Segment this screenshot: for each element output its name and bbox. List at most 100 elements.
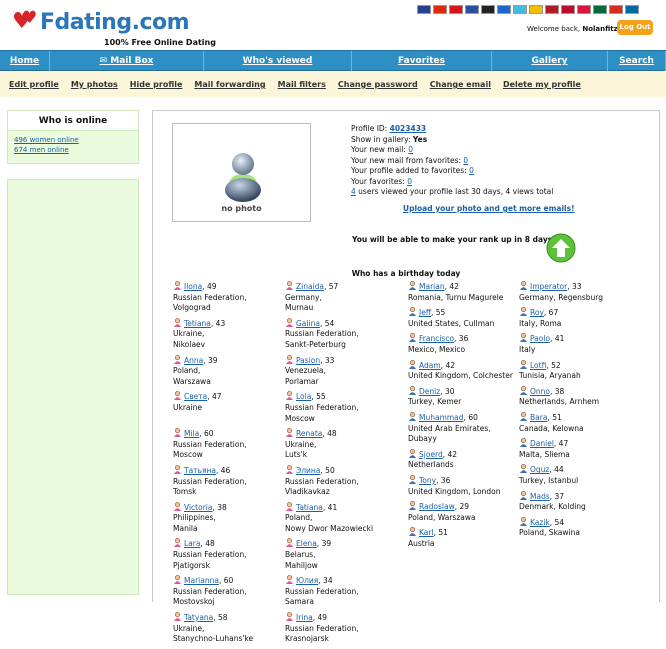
birthday-item: Radoslaw, 29 Poland, Warszawa xyxy=(408,501,520,523)
member-name-link[interactable]: Irina xyxy=(296,613,313,622)
male-user-icon xyxy=(408,527,417,537)
member-name-link[interactable]: Jeff xyxy=(419,308,431,317)
subnav-change-email[interactable]: Change email xyxy=(430,80,491,89)
member-location: Italy xyxy=(519,344,536,354)
member-name-link[interactable]: Victoria xyxy=(184,503,212,512)
nav-mail-box[interactable]: ✉ Mail Box xyxy=(50,51,204,71)
member-name-link[interactable]: Tetiana xyxy=(184,319,211,328)
member-name-link[interactable]: Galina xyxy=(296,319,320,328)
flag-norway-icon[interactable] xyxy=(561,5,575,14)
member-name-link[interactable]: Kazik xyxy=(530,518,550,527)
member-name-link[interactable]: Sjoerd xyxy=(419,450,443,459)
flag-china-icon[interactable] xyxy=(433,5,447,14)
flag-czech-icon[interactable] xyxy=(449,5,463,14)
logout-button[interactable]: Log Out xyxy=(617,20,653,35)
nav-label: Who's viewed xyxy=(242,56,313,66)
nav-gallery[interactable]: Gallery xyxy=(492,51,608,71)
rank-up-arrow-icon[interactable] xyxy=(546,233,576,263)
header: ♥ ♥ Fdating.com 100% Free Online Dating W… xyxy=(0,0,666,50)
flag-france-icon[interactable] xyxy=(465,5,479,14)
member-name-link[interactable]: Deniz xyxy=(419,387,440,396)
flag-ukraine-icon[interactable] xyxy=(497,5,511,14)
site-logo[interactable]: ♥ ♥ Fdating.com xyxy=(12,6,190,38)
subnav-change-password[interactable]: Change password xyxy=(338,80,418,89)
flag-germany-icon[interactable] xyxy=(481,5,495,14)
birthday-item: Sjoerd, 42 Netherlands xyxy=(408,448,520,471)
member-name-link[interactable]: Света xyxy=(184,392,207,401)
member-name-link[interactable]: Anna xyxy=(184,356,203,365)
male-user-icon xyxy=(408,333,417,343)
flag-poland-icon[interactable] xyxy=(577,5,591,14)
member-location: Poland, Warszawa xyxy=(408,512,476,522)
flag-portugal-icon[interactable] xyxy=(593,5,607,14)
women-online-link[interactable]: 496 women online xyxy=(14,136,79,144)
member-name-link[interactable]: Tony xyxy=(419,476,436,485)
member-name-link[interactable]: Radoslaw xyxy=(419,502,455,511)
profile-id-link[interactable]: 4023433 xyxy=(390,124,427,133)
fav-mail-link[interactable]: 0 xyxy=(463,156,468,165)
member-name-link[interactable]: Mads xyxy=(530,492,550,501)
birthday-item: Lara, 48 Russian Federation, Pjatigorsk xyxy=(173,538,285,571)
member-name-link[interactable]: Lotfi xyxy=(530,361,546,370)
birthday-item: Muhammad, 60 United Arab Emirates, Dubayy xyxy=(408,412,520,445)
member-name-link[interactable]: Paolo xyxy=(530,334,550,343)
subnav-edit-profile[interactable]: Edit profile xyxy=(9,80,59,89)
member-name-link[interactable]: Татьяна xyxy=(184,466,216,475)
member-name-link[interactable]: Renata xyxy=(296,429,322,438)
profile-photo-placeholder[interactable]: no photo xyxy=(172,123,311,222)
female-user-icon xyxy=(173,281,182,290)
member-name-link[interactable]: Ilona xyxy=(184,282,202,291)
member-name-link[interactable]: Imperator xyxy=(530,282,567,291)
member-age: , 67 xyxy=(543,308,559,318)
member-name-link[interactable]: Adam xyxy=(419,361,441,370)
male-user-icon xyxy=(519,359,528,369)
member-name-link[interactable]: Marian xyxy=(419,282,445,291)
flag-sweden-icon[interactable] xyxy=(625,5,639,14)
nav-home[interactable]: Home xyxy=(0,51,50,71)
flag-netherlands-icon[interactable] xyxy=(545,5,559,14)
new-mail-link[interactable]: 0 xyxy=(408,145,413,154)
nav-who-s-viewed[interactable]: Who's viewed xyxy=(204,51,352,71)
member-age: , 47 xyxy=(207,392,222,402)
member-location: Germany, xyxy=(285,292,322,302)
favorites-link[interactable]: 0 xyxy=(407,177,412,186)
member-name-link[interactable]: Mila xyxy=(184,429,199,438)
added-link[interactable]: 0 xyxy=(469,166,474,175)
member-name-link[interactable]: Pasion xyxy=(296,356,320,365)
member-name-link[interactable]: Francisco xyxy=(419,334,454,343)
subnav-mail-forwarding[interactable]: Mail forwarding xyxy=(194,80,265,89)
member-location: Turkey, Istanbul xyxy=(519,475,579,485)
member-name-link[interactable]: Daniel xyxy=(530,439,554,448)
member-name-link[interactable]: Tatiana xyxy=(296,503,323,512)
subnav-hide-profile[interactable]: Hide profile xyxy=(130,80,183,89)
upload-photo-link[interactable]: Upload your photo and get more emails! xyxy=(403,204,575,213)
birthday-column: Zinaida, 57 Germany, Murnau Galina, 54 Russi… xyxy=(285,281,397,649)
member-name-link[interactable]: Muhammad xyxy=(419,413,464,422)
flag-spain-icon[interactable] xyxy=(529,5,543,14)
subnav-my-photos[interactable]: My photos xyxy=(71,80,118,89)
member-name-link[interactable]: Roy xyxy=(530,308,544,317)
gallery-value: Yes xyxy=(412,134,428,144)
flag-united-kingdom-icon[interactable] xyxy=(417,5,431,14)
member-name-link[interactable]: Marianna xyxy=(184,576,219,585)
flag-kazakhstan-icon[interactable] xyxy=(513,5,527,14)
member-name-link[interactable]: Onno xyxy=(530,387,550,396)
member-name-link[interactable]: Elena xyxy=(296,539,317,548)
member-name-link[interactable]: Элина xyxy=(296,466,320,475)
subnav-mail-filters[interactable]: Mail filters xyxy=(278,80,326,89)
member-name-link[interactable]: Karl xyxy=(419,528,434,537)
male-user-icon xyxy=(519,385,528,395)
member-name-link[interactable]: Lola xyxy=(296,392,311,401)
subnav-delete-my-profile[interactable]: Delete my profile xyxy=(503,80,581,89)
member-name-link[interactable]: Zinaida xyxy=(296,282,324,291)
men-online-link[interactable]: 674 men online xyxy=(14,146,69,154)
member-age: , 38 xyxy=(550,386,565,396)
member-name-link[interactable]: Юлия xyxy=(296,576,318,585)
nav-favorites[interactable]: Favorites xyxy=(352,51,492,71)
nav-search[interactable]: Search xyxy=(608,51,666,71)
flag-russia-icon[interactable] xyxy=(609,5,623,14)
member-name-link[interactable]: Lara xyxy=(184,539,200,548)
member-name-link[interactable]: Bara xyxy=(530,413,547,422)
member-name-link[interactable]: Tatyana xyxy=(184,613,213,622)
member-name-link[interactable]: Oguz xyxy=(530,465,549,474)
